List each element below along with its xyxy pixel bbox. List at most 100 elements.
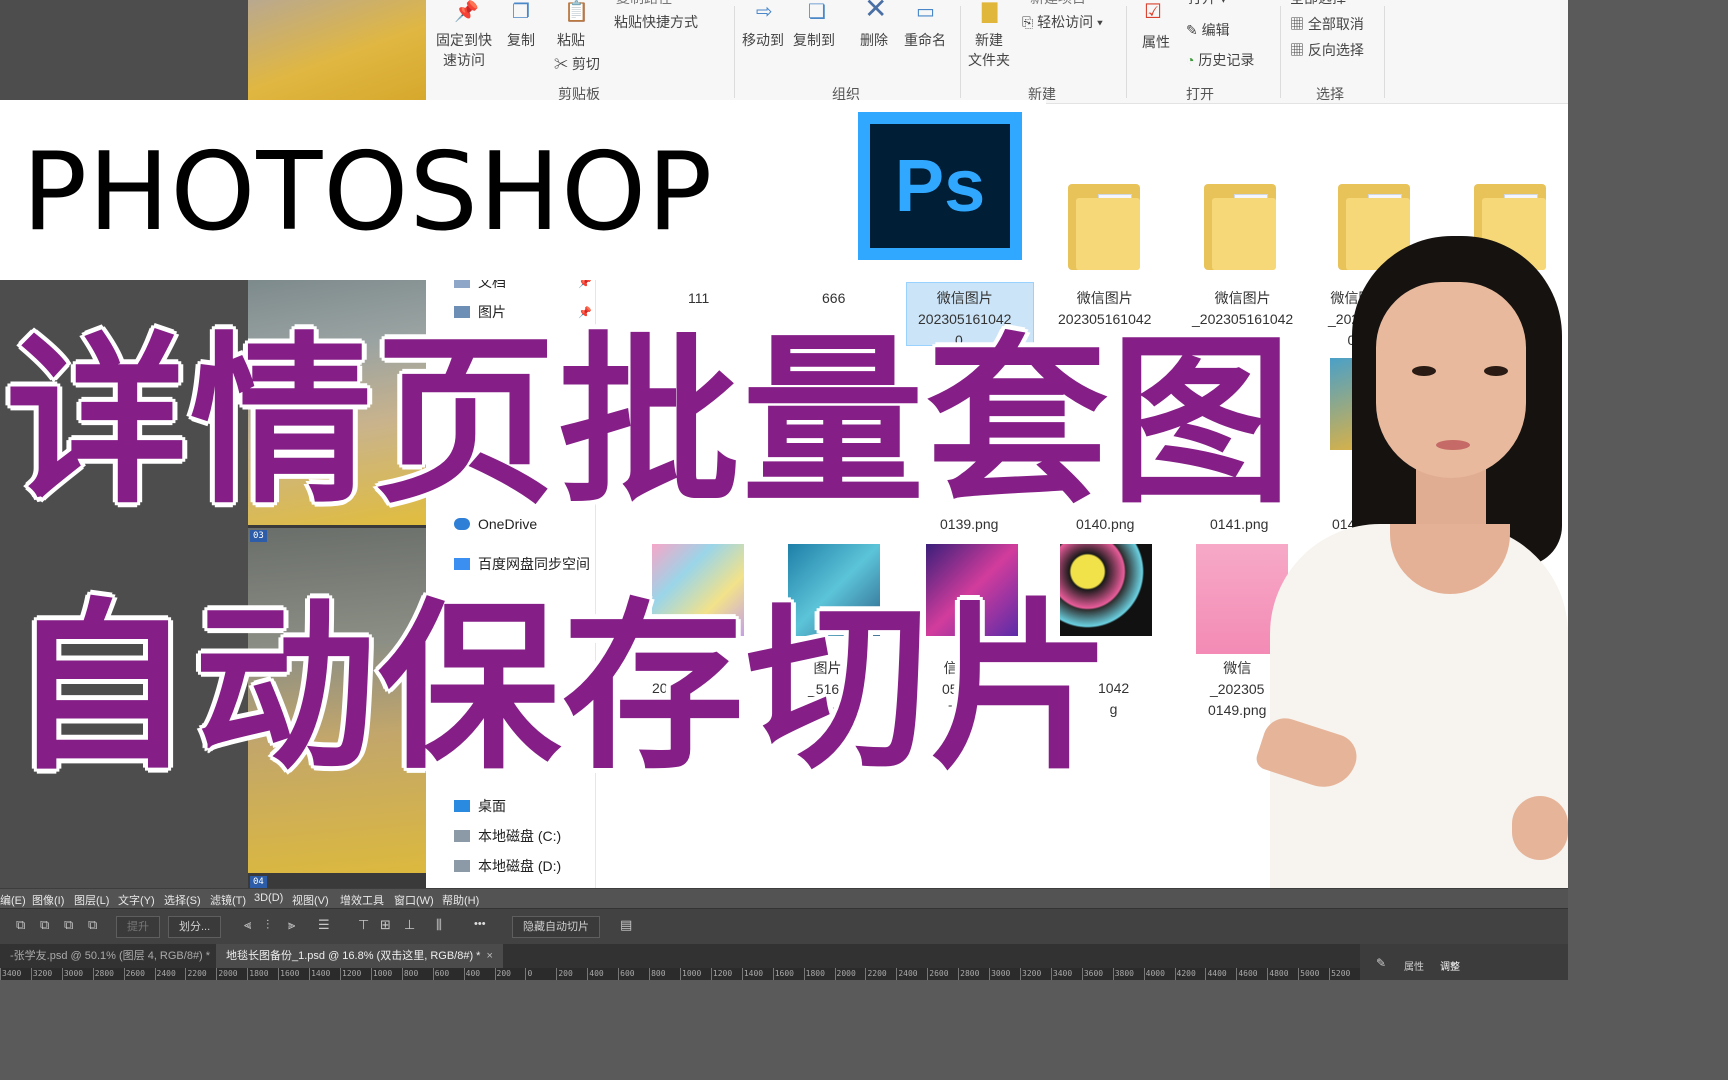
align-left-icon[interactable]: ⫷ — [244, 918, 251, 933]
invert-selection-button[interactable]: ▦ 反向选择 — [1290, 40, 1364, 60]
brush-tool-icon[interactable]: ✎ — [1376, 956, 1386, 970]
align-right-icon[interactable]: ⫸ — [288, 918, 295, 933]
copy-to-button[interactable]: 复制到 — [793, 30, 835, 50]
nav-item-disk-c[interactable]: 本地磁盘 (C:) — [454, 826, 561, 846]
open-button[interactable]: 打开 ▾ — [1188, 0, 1227, 8]
delete-x-icon: ✕ — [864, 0, 888, 25]
align-bottom-icon[interactable]: ⊥ — [404, 918, 415, 933]
distribute-icon[interactable]: ☰ — [318, 918, 330, 933]
align-center-icon[interactable]: ⫶ — [266, 918, 269, 933]
cut-button[interactable]: ✂ 剪切 — [554, 54, 600, 74]
desktop-icon — [454, 800, 470, 812]
slice-stack-icon[interactable]: ⧉ — [64, 918, 73, 933]
ruler-tick-label: 4000 — [1143, 968, 1165, 980]
nav-item-baidu-sync[interactable]: 百度网盘同步空间 — [454, 554, 590, 574]
properties-panel-tab[interactable]: 属性 — [1404, 958, 1424, 973]
pin-quick-access-button[interactable]: 固定到快 速访问 — [436, 30, 492, 70]
nav-item-disk-d[interactable]: 本地磁盘 (D:) — [454, 856, 561, 876]
ribbon-divider — [960, 6, 961, 98]
paste-shortcut-button[interactable]: 粘贴快捷方式 — [614, 12, 698, 32]
open-group-label: 打开 — [1186, 86, 1214, 102]
promote-button[interactable]: 提升 — [116, 916, 160, 938]
easy-access-button[interactable]: ⎘ 轻松访问 ▾ — [1022, 12, 1103, 32]
divide-button[interactable]: 划分... — [168, 916, 222, 938]
ruler-tick-label: 2800 — [958, 968, 980, 980]
folder-icon[interactable] — [1068, 184, 1140, 270]
ruler-tick-label: 2000 — [216, 968, 238, 980]
adjustments-panel-tab[interactable]: 调整 — [1440, 958, 1460, 973]
ruler-tick-label: 1000 — [680, 968, 702, 980]
paste-button[interactable]: 粘贴 — [557, 30, 585, 50]
history-button[interactable]: ◔ 历史记录 — [1186, 50, 1254, 70]
copy-path-button[interactable]: 复制路径 — [616, 0, 672, 8]
photoshop-logo-icon: Ps — [858, 112, 1022, 260]
menu-image[interactable]: 图像(I) — [32, 892, 64, 908]
ruler-tick-label: 1200 — [710, 968, 733, 980]
copy-button[interactable]: 复制 — [507, 30, 535, 50]
delete-button[interactable]: 删除 — [860, 30, 888, 50]
menu-plugins[interactable]: 增效工具 — [340, 892, 384, 908]
document-tab-active[interactable]: 地毯长图备份_1.psd @ 16.8% (双击这里, RGB/8#) * × — [216, 944, 503, 968]
edit-button[interactable]: ✎ 编辑 — [1186, 20, 1230, 40]
slice-stack-icon[interactable]: ⧉ — [40, 918, 49, 933]
align-middle-icon[interactable]: ⊞ — [380, 918, 391, 933]
properties-check-icon: ☑ — [1144, 0, 1162, 23]
baidu-netdisk-icon — [454, 558, 470, 570]
menu-3d[interactable]: 3D(D) — [254, 892, 283, 904]
file-name-label[interactable]: 666 — [822, 288, 845, 309]
select-group-label: 选择 — [1316, 86, 1344, 102]
ruler-tick-label: 3400 — [1050, 968, 1073, 980]
menu-view[interactable]: 视图(V) — [292, 892, 329, 908]
nav-item-desktop[interactable]: 桌面 — [454, 796, 506, 816]
ruler-tick-label: 4200 — [1174, 968, 1196, 980]
menu-select[interactable]: 选择(S) — [164, 892, 201, 908]
presenter-eye — [1412, 366, 1436, 376]
menu-type[interactable]: 文字(Y) — [118, 892, 155, 908]
ruler-tick-label: 3200 — [1020, 968, 1042, 980]
slice-stack-icon[interactable]: ⧉ — [88, 918, 97, 933]
properties-button[interactable]: 属性 — [1142, 32, 1170, 52]
document-tab[interactable]: -张学友.psd @ 50.1% (图层 4, RGB/8#) *× — [0, 944, 233, 968]
select-none-button[interactable]: ▦ 全部取消 — [1290, 14, 1364, 34]
slice-stack-icon[interactable]: ⧉ — [16, 918, 25, 933]
nav-item-desktop-label: 桌面 — [478, 798, 506, 814]
drive-icon — [454, 860, 470, 872]
photoshop-title: PHOTOSHOP — [22, 130, 714, 255]
align-top-icon[interactable]: ⊤ — [358, 918, 369, 933]
move-to-button[interactable]: 移动到 — [742, 30, 784, 50]
new-item-button[interactable]: 新建项目 — [1030, 0, 1086, 8]
select-all-button[interactable]: 全部选择 — [1290, 0, 1346, 8]
menu-filter[interactable]: 滤镜(T) — [210, 892, 246, 908]
distribute-horizontal-icon[interactable]: ⫼ — [436, 918, 442, 933]
copy-icon: ❐ — [512, 0, 530, 23]
easy-access-icon: ⎘ — [1022, 14, 1038, 30]
close-icon[interactable]: × — [486, 950, 492, 962]
slice-options-icon[interactable]: ▤ — [620, 918, 632, 933]
invert-selection-label: 反向选择 — [1307, 42, 1364, 58]
menu-layer[interactable]: 图层(L) — [74, 892, 109, 908]
hide-auto-slices-button[interactable]: 隐藏自动切片 — [512, 916, 600, 938]
ruler-tick-label: 3600 — [1081, 968, 1104, 980]
document-tab-label: 地毯长图备份_1.psd @ 16.8% (双击这里, RGB/8#) * — [226, 950, 481, 962]
new-folder-button[interactable]: 新建 文件夹 — [968, 30, 1010, 70]
ps-menu-bar: 编(E) 图像(I) 图层(L) 文字(Y) 选择(S) 滤镜(T) 3D(D)… — [0, 888, 1568, 908]
more-options-button[interactable]: ••• — [474, 918, 486, 930]
rename-button[interactable]: 重命名 — [904, 30, 946, 50]
menu-window[interactable]: 窗口(W) — [394, 892, 434, 908]
ruler-tick-label: 800 — [649, 968, 666, 980]
easy-access-label: 轻松访问 ▾ — [1037, 14, 1103, 30]
presenter-hand — [1512, 796, 1568, 860]
ruler-tick-label: 2200 — [185, 968, 207, 980]
presenter-photo — [1240, 236, 1568, 888]
pin-icon: 📌 — [454, 0, 479, 23]
canvas-slice-image — [248, 0, 426, 100]
ruler-tick-label: 3200 — [30, 968, 53, 980]
menu-edit[interactable]: 编(E) — [0, 892, 26, 908]
nav-item-baidu-sync-label: 百度网盘同步空间 — [478, 556, 590, 572]
ps-document-tabs: -张学友.psd @ 50.1% (图层 4, RGB/8#) *× 地毯长图备… — [0, 944, 1360, 968]
file-name-label[interactable]: 111 — [688, 288, 709, 309]
menu-help[interactable]: 帮助(H) — [442, 892, 479, 908]
ruler-tick-label: 2000 — [834, 968, 856, 980]
horizontal-ruler: 3400 3200 3000 2800 2600 2400 2200 2000 1800 1600… — [0, 968, 1360, 980]
ruler-tick-label: 2600 — [123, 968, 145, 980]
